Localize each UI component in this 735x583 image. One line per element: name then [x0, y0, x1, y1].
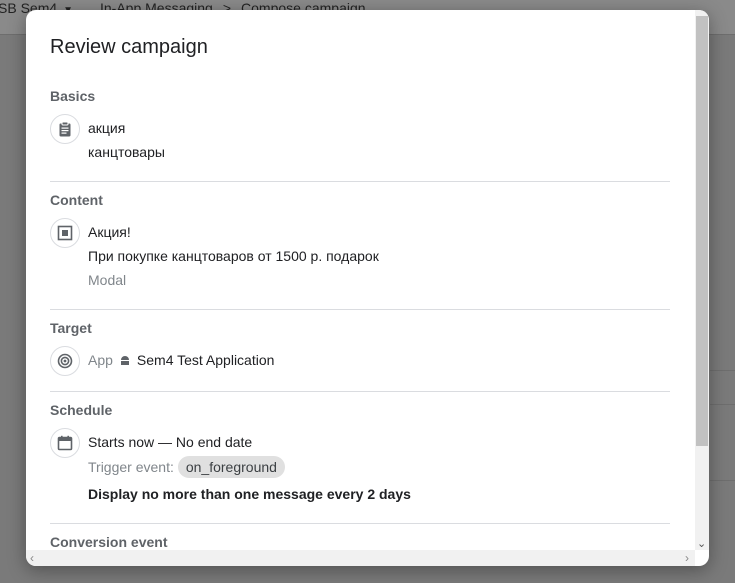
campaign-name: акция [88, 120, 126, 136]
scrollbar-thumb[interactable] [696, 16, 708, 446]
section-schedule-label: Schedule [50, 402, 113, 418]
message-title: Акция! [88, 224, 131, 240]
scroll-right-arrow-icon[interactable]: › [685, 551, 689, 565]
section-divider [50, 181, 670, 182]
section-content-label: Content [50, 192, 103, 208]
horizontal-scrollbar[interactable]: ‹ › [26, 550, 695, 566]
background-divider [710, 404, 735, 405]
android-icon [119, 353, 131, 369]
message-box-icon [50, 218, 80, 248]
trigger-event-label: Trigger event: [88, 459, 174, 475]
calendar-icon [50, 428, 80, 458]
frequency-limit: Display no more than one message every 2… [88, 486, 411, 502]
section-divider [50, 391, 670, 392]
campaign-description: канцтовары [88, 144, 165, 160]
review-campaign-dialog: Review campaign Basics акция канцтовары … [26, 10, 709, 566]
target-app-label: App [88, 352, 113, 368]
target-line: App Sem4 Test Application [88, 352, 274, 369]
trigger-event-chip: on_foreground [177, 456, 285, 478]
schedule-timing: Starts now — No end date [88, 434, 253, 450]
target-icon [50, 346, 80, 376]
section-divider [50, 523, 670, 524]
trigger-event-line: Trigger event: on_foreground [88, 456, 285, 478]
section-basics-label: Basics [50, 88, 96, 104]
scroll-down-arrow-icon[interactable]: ⌄ [697, 537, 706, 550]
background-divider [710, 370, 735, 371]
target-app-name: Sem4 Test Application [136, 352, 275, 368]
clipboard-icon [50, 114, 80, 144]
message-layout: Modal [88, 272, 127, 288]
section-target-label: Target [50, 320, 92, 336]
section-conversion-label: Conversion event [50, 534, 168, 550]
message-body: При покупке канцтоваров от 1500 р. подар… [88, 248, 379, 264]
background-divider [710, 480, 735, 481]
scroll-left-arrow-icon[interactable]: ‹ [30, 551, 34, 565]
dialog-title: Review campaign [50, 36, 208, 58]
vertical-scrollbar[interactable]: ⌄ [695, 10, 709, 550]
section-divider [50, 309, 670, 310]
